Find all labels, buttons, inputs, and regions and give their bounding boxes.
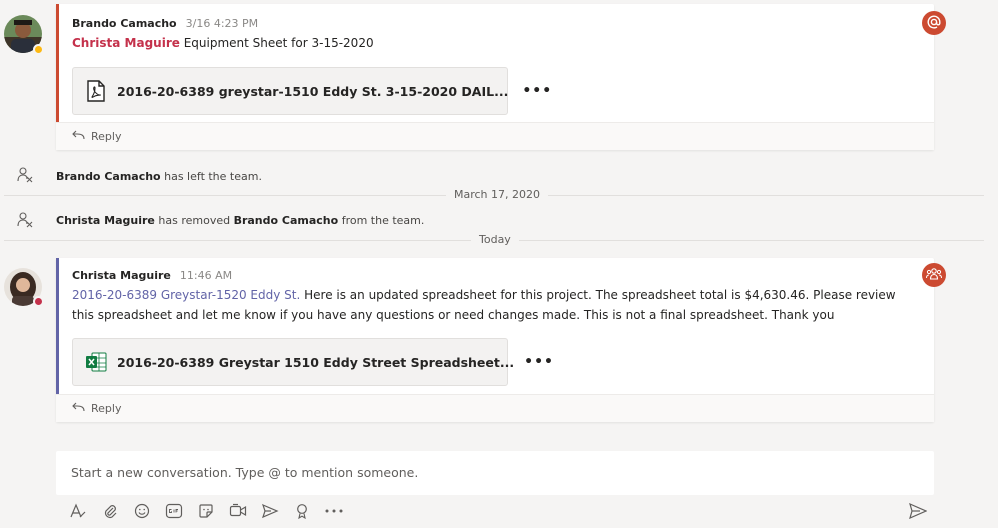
date-divider-label: March 17, 2020 bbox=[446, 188, 549, 201]
reply-bar: Reply bbox=[56, 394, 934, 422]
system-message-left: Brando Camacho has left the team. bbox=[56, 170, 262, 183]
member-removed-icon bbox=[16, 211, 34, 233]
file-attachment[interactable]: 2016-20-6389 greystar-1510 Eddy St. 3-15… bbox=[72, 67, 551, 115]
team-mention-badge bbox=[922, 263, 946, 287]
system-text: has removed bbox=[154, 214, 234, 227]
message-card-2: Christa Maguire 11:46 AM 2016-20-6389 Gr… bbox=[56, 258, 934, 422]
file-attachment[interactable]: 2016-20-6389 Greystar 1510 Eddy Street S… bbox=[72, 338, 553, 386]
away-status-dot bbox=[33, 44, 44, 55]
system-text: from the team. bbox=[338, 214, 425, 227]
reply-label: Reply bbox=[91, 130, 122, 143]
team-icon bbox=[926, 266, 942, 285]
reply-arrow-icon bbox=[72, 130, 85, 143]
author-name[interactable]: Brando Camacho bbox=[72, 17, 177, 30]
actor-name[interactable]: Brando Camacho bbox=[56, 170, 161, 183]
more-options-button[interactable]: ••• bbox=[524, 354, 554, 370]
timestamp: 11:46 AM bbox=[179, 269, 233, 282]
praise-icon[interactable] bbox=[286, 500, 318, 522]
message-header: Brando Camacho 3/16 4:23 PM bbox=[72, 17, 258, 30]
gif-icon[interactable] bbox=[158, 500, 190, 522]
mention-badge bbox=[922, 11, 946, 35]
channel-link[interactable]: 2016-20-6389 Greystar-1520 Eddy St. bbox=[72, 288, 300, 302]
file-name: 2016-20-6389 Greystar 1510 Eddy Street S… bbox=[117, 354, 515, 370]
send-icon[interactable] bbox=[909, 502, 928, 523]
at-mention-icon bbox=[927, 14, 941, 33]
message-header: Christa Maguire 11:46 AM bbox=[72, 269, 232, 282]
message-text: Equipment Sheet for 3-15-2020 bbox=[179, 36, 374, 50]
reply-bar: Reply bbox=[56, 122, 934, 150]
actor-name[interactable]: Christa Maguire bbox=[56, 214, 155, 227]
target-name[interactable]: Brando Camacho bbox=[234, 214, 339, 227]
member-left-icon bbox=[16, 166, 34, 188]
compose-toolbar bbox=[62, 500, 350, 522]
date-divider-label: Today bbox=[471, 233, 519, 246]
more-options-button[interactable]: ••• bbox=[522, 83, 552, 99]
emoji-icon[interactable] bbox=[126, 500, 158, 522]
busy-status-dot bbox=[33, 296, 44, 307]
message-card-1: Brando Camacho 3/16 4:23 PM Christa Magu… bbox=[56, 4, 934, 150]
excel-icon bbox=[85, 351, 107, 373]
compose-input[interactable] bbox=[56, 451, 934, 493]
reply-button[interactable]: Reply bbox=[72, 130, 121, 143]
new-conversation-box[interactable] bbox=[56, 451, 934, 495]
attach-icon[interactable] bbox=[94, 500, 126, 522]
reply-button[interactable]: Reply bbox=[72, 402, 121, 415]
meet-now-icon[interactable] bbox=[222, 500, 254, 522]
timestamp: 3/16 4:23 PM bbox=[185, 17, 259, 30]
file-name: 2016-20-6389 greystar-1510 Eddy St. 3-15… bbox=[117, 83, 509, 99]
reply-label: Reply bbox=[91, 402, 122, 415]
more-options-icon[interactable] bbox=[318, 500, 350, 522]
reply-arrow-icon bbox=[72, 402, 85, 415]
user-mention[interactable]: Christa Maguire bbox=[72, 36, 180, 50]
format-icon[interactable] bbox=[62, 500, 94, 522]
system-message-removed: Christa Maguire has removed Brando Camac… bbox=[56, 214, 424, 227]
message-body: 2016-20-6389 Greystar-1520 Eddy St. Here… bbox=[72, 285, 918, 325]
sticker-icon[interactable] bbox=[190, 500, 222, 522]
stream-icon[interactable] bbox=[254, 500, 286, 522]
message-body: Christa Maguire Equipment Sheet for 3-15… bbox=[72, 33, 374, 53]
pdf-icon bbox=[87, 80, 105, 102]
author-name[interactable]: Christa Maguire bbox=[72, 269, 171, 282]
system-text: has left the team. bbox=[160, 170, 262, 183]
